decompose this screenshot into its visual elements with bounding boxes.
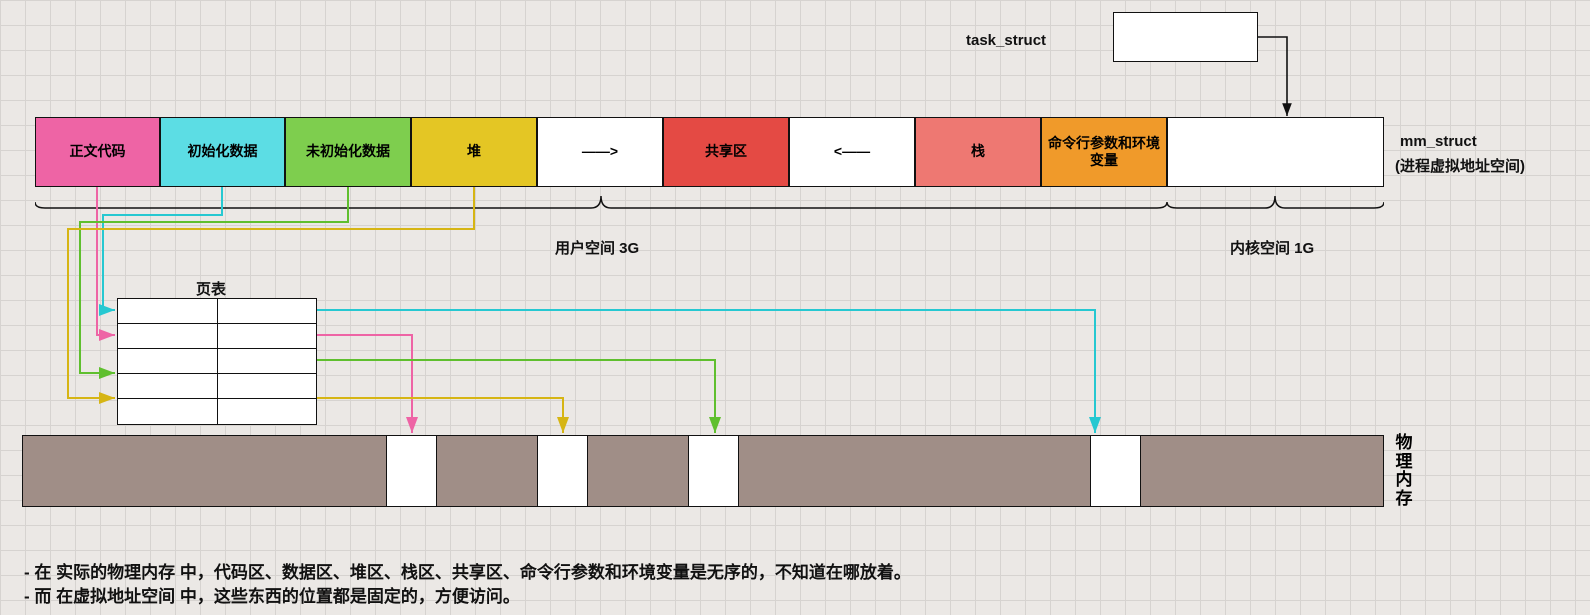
- phys-block-used: [1141, 436, 1383, 506]
- bullet-2: - 而 在虚拟地址空间 中，这些东西的位置都是固定的，方便访问。: [24, 582, 520, 607]
- segment-kernel: [1167, 117, 1384, 187]
- mm-struct-label-1: mm_struct: [1400, 133, 1477, 150]
- bullet-1: - 在 实际的物理内存 中，代码区、数据区、堆区、栈区、共享区、命令行参数和环境…: [24, 558, 911, 583]
- page-table-row: [118, 374, 316, 399]
- page-table-row: [118, 324, 316, 349]
- segment-grow-left: <——: [789, 117, 915, 187]
- segment-text: 正文代码: [35, 117, 160, 187]
- phys-block-free: [1091, 436, 1141, 506]
- brace-user-label: 用户空间 3G: [555, 237, 639, 258]
- phys-block-used: [588, 436, 689, 506]
- page-table-row: [118, 299, 316, 324]
- mm-struct-label-2: (进程虚拟地址空间): [1395, 155, 1525, 176]
- segment-grow-right: ——>: [537, 117, 663, 187]
- phys-block-used: [23, 436, 387, 506]
- phys-block-free: [538, 436, 588, 506]
- task-struct-label: task_struct: [966, 32, 1046, 49]
- physical-memory-row: [22, 435, 1384, 507]
- phys-block-free: [689, 436, 739, 506]
- segment-shared: 共享区: [663, 117, 789, 187]
- phys-block-used: [437, 436, 538, 506]
- page-table-row: [118, 399, 316, 424]
- segment-args: 命令行参数和环境变量: [1041, 117, 1167, 187]
- brace-kernel-label: 内核空间 1G: [1230, 237, 1314, 258]
- page-table: [117, 298, 317, 425]
- task-struct-box: [1113, 12, 1258, 62]
- segment-bss: 未初始化数据: [285, 117, 411, 187]
- page-table-label: 页表: [196, 278, 226, 299]
- phys-block-used: [739, 436, 1091, 506]
- phys-block-free: [387, 436, 437, 506]
- physical-memory-label: 物理内存: [1394, 434, 1414, 509]
- segment-heap: 堆: [411, 117, 537, 187]
- page-table-row: [118, 349, 316, 374]
- segment-initdata: 初始化数据: [160, 117, 285, 187]
- segment-stack: 栈: [915, 117, 1041, 187]
